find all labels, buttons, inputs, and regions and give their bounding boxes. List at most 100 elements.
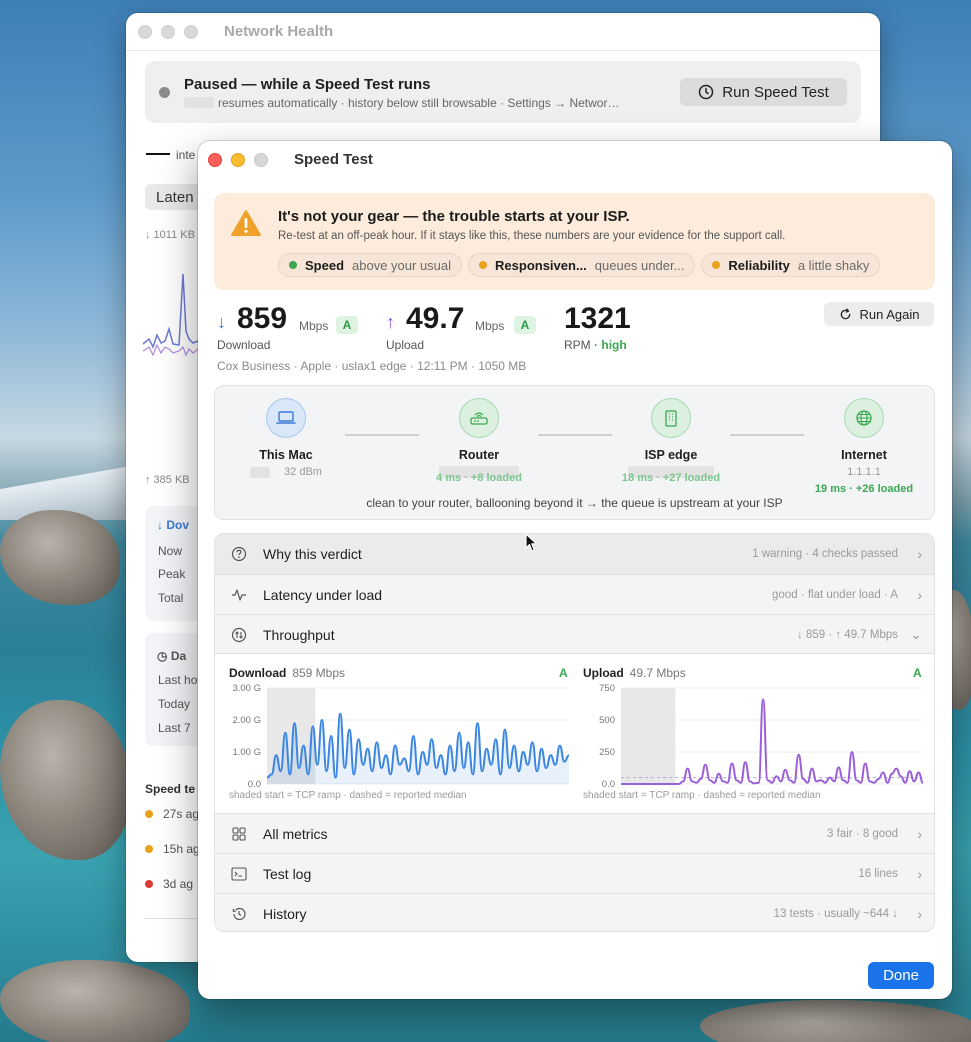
upload-arrow-icon: ↑ xyxy=(386,312,395,332)
status-dot xyxy=(289,261,297,269)
history-row[interactable]: History 13 tests · usually ~644 ↓ › xyxy=(215,893,934,931)
speed-tests-heading: Speed te xyxy=(145,782,196,796)
row-meta: 16 lines xyxy=(858,867,898,880)
router-icon xyxy=(459,398,499,438)
y-tick-label: 0.0 xyxy=(602,779,615,790)
node-address: 1.1.1.1 xyxy=(847,466,881,478)
latency-sparkline xyxy=(143,273,203,357)
alert-subtitle: Re-test at an off-peak hour. If it stays… xyxy=(278,230,786,242)
redacted-text xyxy=(250,466,271,478)
axis-label-top: ↓ 1011 KB xyxy=(145,229,195,241)
wallpaper-rock xyxy=(0,510,120,605)
download-value: 859 xyxy=(237,302,288,335)
path-node-internet[interactable]: Internet 1.1.1.1 19 ms · +26 loaded xyxy=(809,398,919,495)
run-speed-test-label: Run Speed Test xyxy=(722,83,829,101)
minimize-button[interactable] xyxy=(161,24,175,39)
laptop-icon xyxy=(266,398,306,438)
card-row: Peak xyxy=(158,567,186,581)
responsiveness-pill[interactable]: Responsiven... queues under... xyxy=(468,253,696,277)
building-icon xyxy=(651,398,691,438)
status-dot xyxy=(159,87,170,98)
status-dot xyxy=(145,810,153,818)
node-label: This Mac xyxy=(259,448,313,462)
verdict-pills: Speed above your usual Responsiven... queu… xyxy=(278,253,881,277)
path-caption: clean to your router, ballooning beyond … xyxy=(366,496,783,510)
y-tick-label: 500 xyxy=(599,715,615,726)
throughput-row[interactable]: Throughput ↓ 859 · ↑ 49.7 Mbps ⌄ xyxy=(215,614,934,654)
speed-test-item[interactable]: 3d ag xyxy=(145,877,193,891)
speed-test-window: Speed Test It's not your gear — the trou… xyxy=(198,141,952,999)
stopwatch-icon xyxy=(699,84,714,100)
latency-under-load-row[interactable]: Latency under load good · flat under loa… xyxy=(215,574,934,614)
pulse-icon xyxy=(215,588,263,602)
legend-item: inte xyxy=(146,148,195,162)
node-latency: 19 ms · +26 loaded xyxy=(814,483,914,495)
mouse-cursor-icon xyxy=(525,533,538,552)
row-label: All metrics xyxy=(263,825,328,842)
download-arrow-icon: ↓ xyxy=(217,312,226,332)
card-row: Last ho xyxy=(158,673,198,687)
run-speed-test-button[interactable]: Run Speed Test xyxy=(680,78,847,106)
path-node-this-mac[interactable]: This Mac 32 dBm xyxy=(231,398,341,480)
grid-icon xyxy=(215,826,263,841)
row-label: Why this verdict xyxy=(263,546,362,562)
run-again-label: Run Again xyxy=(859,306,920,322)
rpm-value: 1321 xyxy=(564,302,631,335)
alert-title: It's not your gear — the trouble starts … xyxy=(278,208,630,225)
zoom-button[interactable] xyxy=(254,152,268,167)
status-dot xyxy=(479,261,488,269)
run-again-button[interactable]: Run Again xyxy=(824,302,934,326)
why-this-verdict-row[interactable]: Why this verdict 1 warning · 4 checks pa… xyxy=(215,534,934,574)
done-button[interactable]: Done xyxy=(868,962,934,989)
minimize-button[interactable] xyxy=(231,152,245,167)
test-log-row[interactable]: Test log 16 lines › xyxy=(215,853,934,893)
close-button[interactable] xyxy=(138,24,152,39)
upload-unit: Mbps xyxy=(475,319,505,333)
paused-subtitle: resumes automatically · history below st… xyxy=(184,96,619,110)
warning-icon xyxy=(231,210,261,236)
row-label: History xyxy=(263,905,307,922)
verdict-alert: It's not your gear — the trouble starts … xyxy=(214,193,935,290)
paused-title: Paused — while a Speed Test runs xyxy=(184,76,431,93)
data-card: ◷ Da Last ho Today Last 7 xyxy=(145,633,205,746)
title-bar: Speed Test xyxy=(198,141,952,178)
row-label: Latency under load xyxy=(263,586,383,603)
chevron-right-icon: › xyxy=(917,865,922,882)
close-button[interactable] xyxy=(208,152,222,167)
y-tick-label: 3.00 G xyxy=(232,684,261,694)
status-dot xyxy=(145,845,153,853)
upload-metric: ↑ 49.7 Mbps A Upload xyxy=(386,302,546,352)
wallpaper-rock xyxy=(0,700,130,860)
paused-subtitle-text: resumes automatically · history below st… xyxy=(218,96,620,110)
test-details: Cox Business · Apple · uslax1 edge · 12:… xyxy=(217,359,527,373)
speed-test-item[interactable]: 27s ag xyxy=(145,807,199,821)
speed-pill[interactable]: Speed above your usual xyxy=(278,253,463,277)
wallpaper-rock xyxy=(0,960,190,1042)
upload-label: Upload xyxy=(386,338,425,352)
all-metrics-row[interactable]: All metrics 3 fair · 8 good › xyxy=(215,813,934,853)
refresh-icon xyxy=(840,307,850,319)
path-node-router[interactable]: Router 4 ms · +8 loaded xyxy=(424,398,534,484)
card-row: Today xyxy=(158,697,191,711)
latency-tab[interactable]: Laten xyxy=(145,184,205,210)
path-connector xyxy=(730,434,804,436)
chevron-down-icon: ⌄ xyxy=(910,626,922,642)
question-icon xyxy=(215,546,263,562)
speed-test-item[interactable]: 15h ag xyxy=(145,842,200,856)
row-meta: 3 fair · 8 good xyxy=(827,827,898,840)
rpm-label: RPM · high xyxy=(564,338,627,352)
node-signal: 32 dBm xyxy=(231,466,341,480)
upload-grade: A xyxy=(514,316,536,334)
divider xyxy=(145,918,205,919)
node-label: Internet xyxy=(841,448,887,462)
row-label: Test log xyxy=(263,865,312,882)
zoom-button[interactable] xyxy=(184,24,198,39)
legend-label: inte xyxy=(176,148,196,162)
download-chart-title: Download 859 Mbps xyxy=(229,666,346,680)
node-label: ISP edge xyxy=(644,448,698,462)
globe-icon xyxy=(844,398,884,438)
path-node-isp-edge[interactable]: ISP edge 18 ms · +27 loaded xyxy=(616,398,726,484)
reliability-pill[interactable]: Reliability a little shaky xyxy=(701,253,881,277)
card-row: Last 7 xyxy=(158,721,191,735)
y-tick-label: 0.0 xyxy=(248,779,261,790)
